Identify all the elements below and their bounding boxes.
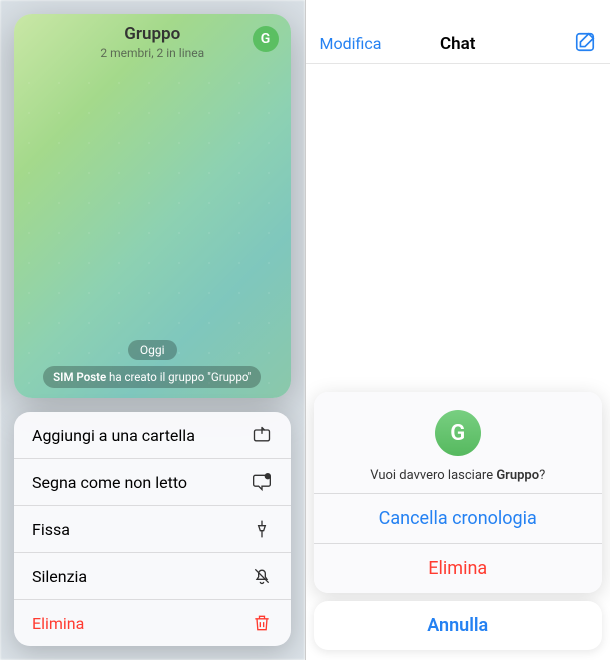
menu-label-mark-unread: Segna come non letto bbox=[32, 473, 187, 492]
menu-add-to-folder[interactable]: Aggiungi a una cartella bbox=[14, 412, 291, 459]
preview-body: Oggi SIM Poste ha creato il gruppo "Grup… bbox=[14, 68, 291, 398]
context-menu: Aggiungi a una cartella Segna come non l… bbox=[14, 412, 291, 646]
action-sheet-backdrop: G Vuoi davvero lasciare Gruppo? Cancella… bbox=[306, 0, 610, 660]
menu-label-pin: Fissa bbox=[32, 520, 70, 539]
preview-header: Gruppo 2 membri, 2 in linea G bbox=[14, 14, 291, 68]
sheet-q-prefix: Vuoi davvero lasciare bbox=[370, 468, 496, 483]
sheet-delete-button[interactable]: Elimina bbox=[314, 543, 603, 593]
sheet-header: G Vuoi davvero lasciare Gruppo? bbox=[314, 392, 603, 493]
menu-label-mute: Silenzia bbox=[32, 567, 87, 586]
system-msg-text: ha creato il gruppo "Gruppo" bbox=[106, 370, 251, 384]
folder-add-icon bbox=[251, 424, 273, 446]
pin-icon bbox=[251, 518, 273, 540]
system-message: SIM Poste ha creato il gruppo "Gruppo" bbox=[43, 366, 261, 388]
menu-mark-unread[interactable]: Segna come non letto bbox=[14, 459, 291, 506]
sheet-cancel-button[interactable]: Annulla bbox=[314, 601, 603, 650]
left-content: Gruppo 2 membri, 2 in linea G Oggi SIM P… bbox=[0, 0, 305, 660]
bell-slash-icon bbox=[251, 565, 273, 587]
date-pill: Oggi bbox=[128, 340, 177, 360]
sheet-clear-history-button[interactable]: Cancella cronologia bbox=[314, 493, 603, 543]
chat-preview-card[interactable]: Gruppo 2 membri, 2 in linea G Oggi SIM P… bbox=[14, 14, 291, 398]
sheet-q-group: Gruppo bbox=[496, 468, 539, 483]
chat-bubble-icon bbox=[251, 471, 273, 493]
system-msg-author: SIM Poste bbox=[53, 370, 106, 384]
right-pane: 13:03 77 Modifica Chat G Vuoi davvero la… bbox=[306, 0, 610, 660]
menu-label-delete: Elimina bbox=[32, 614, 84, 633]
group-avatar-small: G bbox=[253, 26, 279, 52]
left-pane: Gruppo 2 membri, 2 in linea G Oggi SIM P… bbox=[0, 0, 305, 660]
sheet-question: Vuoi davvero lasciare Gruppo? bbox=[334, 468, 583, 483]
trash-icon bbox=[251, 612, 273, 634]
menu-mute[interactable]: Silenzia bbox=[14, 553, 291, 600]
preview-title: Gruppo bbox=[26, 24, 279, 44]
preview-subtitle: 2 membri, 2 in linea bbox=[26, 46, 279, 60]
menu-delete[interactable]: Elimina bbox=[14, 600, 291, 646]
sheet-q-suffix: ? bbox=[539, 468, 545, 483]
menu-pin[interactable]: Fissa bbox=[14, 506, 291, 553]
group-avatar-medium: G bbox=[435, 410, 481, 456]
action-sheet: G Vuoi davvero lasciare Gruppo? Cancella… bbox=[314, 392, 603, 593]
menu-label-add-to-folder: Aggiungi a una cartella bbox=[32, 426, 195, 445]
